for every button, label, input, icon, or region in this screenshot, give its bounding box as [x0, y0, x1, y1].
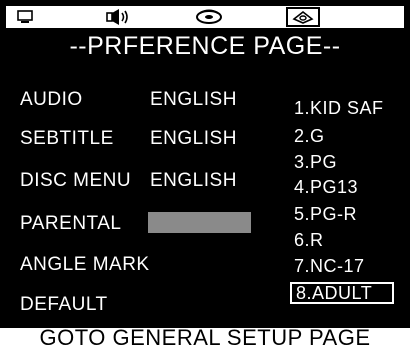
parental-option-selected[interactable]: 8.ADULT — [290, 282, 394, 304]
settings-box-icon[interactable] — [286, 7, 320, 27]
monitor-icon[interactable] — [14, 7, 36, 27]
setting-value-subtitle: ENGLISH — [150, 128, 237, 149]
parental-highlight-box[interactable] — [148, 212, 251, 233]
parental-option[interactable]: 4.PG13 — [294, 177, 358, 198]
goto-general-setup-button[interactable]: GOTO GENERAL SETUP PAGE — [0, 328, 410, 347]
page-title: --PRFERENCE PAGE-- — [0, 30, 410, 63]
setting-label-parental[interactable]: PARENTAL — [20, 213, 122, 235]
parental-option[interactable]: 2.G — [294, 126, 325, 147]
parental-option[interactable]: 1.KID SAF — [294, 98, 384, 119]
parental-option[interactable]: 6.R — [294, 230, 324, 251]
speaker-icon[interactable] — [102, 7, 134, 27]
parental-option[interactable]: 5.PG-R — [294, 204, 357, 225]
setup-tab-bar — [4, 4, 406, 30]
setting-label-subtitle[interactable]: SEBTITLE — [20, 128, 114, 150]
setting-value-audio: ENGLISH — [150, 89, 237, 110]
dvd-setup-screen: --PRFERENCE PAGE-- AUDIO ENGLISH SEBTITL… — [0, 0, 410, 347]
setting-label-default[interactable]: DEFAULT — [20, 294, 108, 316]
disc-icon[interactable] — [192, 7, 226, 27]
parental-option[interactable]: 7.NC-17 — [294, 256, 365, 277]
setting-label-audio[interactable]: AUDIO — [20, 89, 83, 111]
setting-label-angle-mark[interactable]: ANGLE MARK — [20, 254, 150, 276]
setting-label-disc-menu[interactable]: DISC MENU — [20, 170, 131, 192]
footer-label: GOTO GENERAL SETUP PAGE — [39, 328, 371, 347]
setting-value-disc-menu: ENGLISH — [150, 170, 237, 191]
parental-option[interactable]: 3.PG — [294, 152, 337, 173]
